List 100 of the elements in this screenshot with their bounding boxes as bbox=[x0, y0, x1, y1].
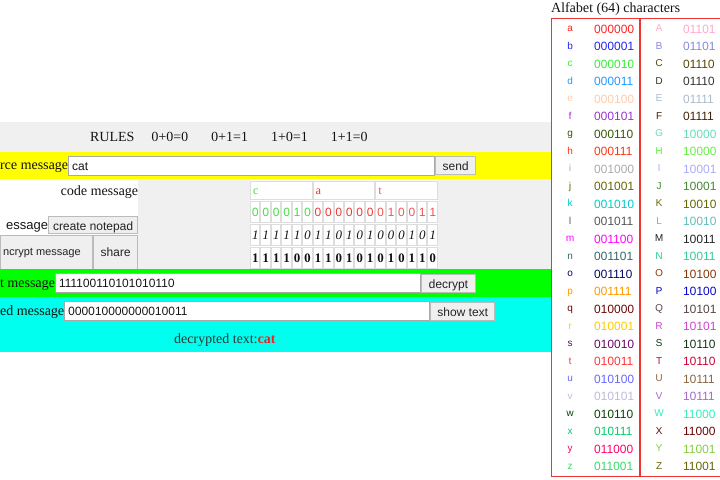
alphabet-letter: X bbox=[654, 424, 664, 439]
key-bit-cell: 1 bbox=[323, 224, 334, 246]
alphabet-code: 000011 bbox=[594, 73, 634, 90]
alphabet-letter: N bbox=[654, 250, 664, 264]
alphabet-code: 01110 bbox=[683, 73, 715, 90]
bit-cell: 1 bbox=[417, 201, 428, 223]
alphabet-letter: K bbox=[654, 197, 664, 212]
alphabet-letter: u bbox=[566, 372, 574, 386]
alphabet-code: 10101 bbox=[683, 318, 716, 336]
alphabet-letter: I bbox=[656, 162, 662, 176]
alphabet-code: 01101 bbox=[683, 38, 716, 56]
bit-cell: 0 bbox=[260, 201, 271, 223]
send-button[interactable]: send bbox=[435, 156, 476, 175]
result-bit-cell: 1 bbox=[323, 247, 334, 269]
decrypted-text-label: decrypted text: bbox=[174, 331, 258, 349]
alphabet-letter: J bbox=[656, 180, 662, 194]
alphabet-letter: e bbox=[566, 92, 574, 106]
alphabet-letter: j bbox=[568, 180, 572, 194]
key-bit-cell: 1 bbox=[406, 224, 417, 246]
key-bit-cell: 0 bbox=[386, 224, 396, 246]
result-bit-cell: 1 bbox=[270, 247, 282, 269]
alphabet-code: 10110 bbox=[683, 336, 716, 353]
bit-cell: 0 bbox=[270, 201, 282, 223]
alphabet-letter: b bbox=[566, 40, 574, 54]
key-bit-cell: 1 bbox=[250, 224, 260, 246]
alphabet-code: 011000 bbox=[594, 440, 634, 458]
create-notepad-button[interactable]: create notepad bbox=[48, 216, 138, 234]
share-button[interactable]: share bbox=[93, 234, 138, 270]
alphabet-letter: c bbox=[566, 57, 574, 72]
alphabet-code: 000101 bbox=[594, 108, 634, 126]
encrypted-message-input[interactable]: 111100110101010110 bbox=[54, 273, 421, 293]
alphabet-letter: D bbox=[654, 74, 664, 89]
alphabet-code: 10111 bbox=[683, 388, 715, 406]
alphabet-letter: h bbox=[566, 144, 574, 159]
alphabet-letter: F bbox=[654, 110, 664, 124]
alphabet-code: 001110 bbox=[594, 266, 632, 283]
key-bit-cell: 0 bbox=[417, 224, 428, 246]
encrypted-message-label: t message bbox=[0, 274, 55, 292]
alphabet-code: 10010 bbox=[683, 196, 716, 213]
alphabet-letter: U bbox=[654, 372, 664, 386]
bit-cell: 1 bbox=[386, 201, 396, 223]
alphabet-letter: a bbox=[566, 22, 574, 36]
alphabet-code: 010111 bbox=[594, 423, 632, 440]
alphabet-code: 01111 bbox=[683, 90, 714, 108]
key-bit-cell: 0 bbox=[334, 224, 344, 246]
alphabet-letter: m bbox=[564, 232, 576, 246]
decrypted-message-input[interactable]: 000010000000010011 bbox=[64, 301, 430, 321]
key-bit-cell: 1 bbox=[364, 224, 376, 246]
rules-title: RULES bbox=[90, 128, 134, 146]
bit-cell: 0 bbox=[323, 201, 334, 223]
code-message-label: code message bbox=[60, 183, 138, 201]
alphabet-code: 001101 bbox=[594, 248, 634, 266]
key-bit-cell: 1 bbox=[281, 224, 292, 246]
alphabet-letter: P bbox=[654, 284, 664, 299]
alphabet-letter: d bbox=[566, 74, 574, 89]
decrypt-button[interactable]: decrypt bbox=[420, 274, 476, 292]
show-text-button[interactable]: show text bbox=[430, 302, 496, 320]
alphabet-letter: x bbox=[566, 424, 574, 439]
alphabet-code: 000001 bbox=[594, 38, 634, 56]
encrypt-message-button[interactable]: ncrypt message bbox=[0, 234, 93, 270]
key-bit-cell: 0 bbox=[302, 224, 313, 246]
source-message-input[interactable]: cat bbox=[68, 156, 436, 176]
alphabet-code: 10110 bbox=[683, 353, 716, 370]
key-bit-cell: 0 bbox=[396, 224, 407, 246]
alphabet-code: 010000 bbox=[594, 300, 634, 318]
alphabet-code: 10001 bbox=[683, 178, 716, 196]
bit-cell: 0 bbox=[364, 201, 376, 223]
alphabet-code: 000111 bbox=[594, 143, 632, 160]
result-bit-cell: 1 bbox=[281, 247, 292, 269]
result-bit-cell: 0 bbox=[302, 247, 313, 269]
alphabet-code: 001010 bbox=[594, 196, 634, 213]
letter-header-cell: c bbox=[250, 181, 313, 200]
alphabet-letter: E bbox=[654, 92, 664, 106]
alphabet-letter: T bbox=[654, 354, 664, 369]
decrypted-text-value: cat bbox=[258, 331, 276, 349]
alphabet-code: 010110 bbox=[594, 406, 634, 423]
result-bit-cell: 0 bbox=[292, 247, 302, 269]
alphabet-code: 10011 bbox=[683, 248, 716, 266]
alphabet-letter: y bbox=[566, 442, 574, 456]
key-bit-cell: 1 bbox=[312, 224, 324, 246]
alphabet-letter: S bbox=[654, 337, 664, 352]
bit-cell: 1 bbox=[427, 201, 438, 223]
alphabet-code: 001111 bbox=[594, 283, 632, 300]
result-bit-cell: 1 bbox=[386, 247, 396, 269]
bit-cell: 0 bbox=[302, 201, 313, 223]
result-bit-cell: 1 bbox=[364, 247, 376, 269]
alphabet-code: 10000 bbox=[683, 126, 716, 143]
alphabet-code: 10000 bbox=[683, 143, 716, 160]
alphabet-code: 10101 bbox=[683, 300, 716, 318]
alphabet-letter: V bbox=[654, 390, 664, 404]
result-bit-cell: 0 bbox=[427, 247, 438, 269]
result-bit-cell: 1 bbox=[344, 247, 354, 269]
key-bit-cell: 1 bbox=[260, 224, 271, 246]
alphabet-code: 010001 bbox=[594, 318, 634, 336]
alphabet-letter: k bbox=[566, 197, 574, 212]
alphabet-code: 01110 bbox=[683, 56, 715, 73]
alphabet-code: 10001 bbox=[683, 160, 716, 178]
alphabet-code: 01111 bbox=[683, 108, 714, 126]
alphabet-letter: g bbox=[566, 127, 574, 142]
alphabet-letter: t bbox=[568, 354, 572, 369]
